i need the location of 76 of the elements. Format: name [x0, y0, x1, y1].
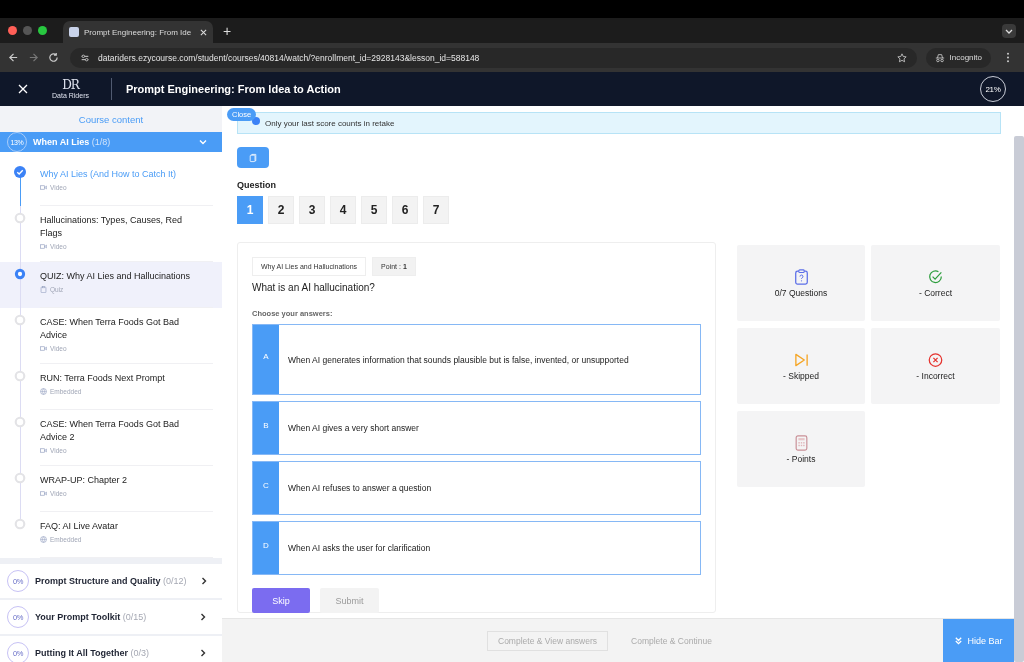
stat-label: 0/7 Questions — [774, 287, 828, 298]
browser-tab[interactable]: Prompt Engineering: From Ide — [63, 21, 213, 43]
video-icon — [40, 490, 47, 497]
copy-icon — [249, 152, 257, 163]
lesson-title: Why AI Lies (And How to Catch It) — [40, 168, 178, 181]
reload-icon[interactable] — [48, 52, 59, 63]
clipboard-question-icon — [793, 268, 809, 285]
clipboard-icon — [40, 286, 47, 293]
stat-label: - Points — [786, 453, 816, 464]
section-title: Putting It All Together (0/3) — [35, 648, 149, 658]
new-tab-button[interactable]: + — [223, 22, 232, 39]
lesson-title: Hallucinations: Types, Causes, Red Flags — [40, 214, 183, 240]
option-letter: A — [253, 325, 279, 394]
progress-ring: 21% — [980, 76, 1006, 102]
video-icon — [40, 447, 47, 454]
question-number-button[interactable]: 6 — [392, 196, 418, 224]
stat-label: - Correct — [918, 287, 953, 298]
video-icon — [40, 184, 47, 191]
option-text: When AI refuses to answer a question — [287, 482, 433, 495]
bookmark-star-icon[interactable] — [896, 52, 907, 63]
incognito-icon — [934, 52, 945, 63]
answer-option[interactable]: C When AI refuses to answer a question — [252, 461, 701, 515]
forward-icon[interactable] — [28, 52, 39, 63]
skip-button[interactable]: Skip — [252, 588, 310, 613]
globe-icon — [40, 388, 47, 395]
option-text: When AI generates information that sounds plausible but is false, invented, or unsupported — [287, 353, 630, 367]
question-number-button[interactable]: 4 — [330, 196, 356, 224]
chevron-right-icon — [198, 612, 208, 622]
check-circle-icon — [928, 268, 943, 285]
option-text: When AI asks the user for clarification — [287, 542, 432, 555]
chevron-down-icon — [198, 137, 208, 147]
course-title: Prompt Engineering: From Idea to Action — [125, 83, 341, 95]
globe-icon — [40, 536, 47, 543]
incognito-badge[interactable]: Incognito — [925, 47, 991, 68]
stat-label: - Skipped — [783, 370, 819, 381]
lesson-title: QUIZ: Why AI Lies and Hallucinations — [40, 270, 192, 283]
stat-label: - Incorrect — [916, 370, 955, 381]
chevron-down-icon[interactable] — [1002, 23, 1016, 38]
question-number-button[interactable]: 2 — [268, 196, 294, 224]
close-window-icon[interactable] — [8, 26, 17, 35]
skip-icon — [793, 351, 809, 368]
calculator-icon — [793, 434, 809, 451]
lesson-title: WRAP-UP: Chapter 2 — [40, 474, 129, 487]
lesson-title: RUN: Terra Foods Next Prompt — [40, 372, 166, 385]
address-bar[interactable]: datariders.ezycourse.com/student/courses/40814/watch/?enrollment_id=2928143&lesson_id=588148 — [70, 47, 917, 68]
close-icon[interactable] — [200, 28, 207, 36]
lesson-title: FAQ: AI Live Avatar — [40, 520, 119, 533]
option-letter: D — [253, 522, 279, 574]
section-title: When AI Lies (1/8) — [33, 137, 111, 147]
chevron-right-icon — [198, 648, 208, 658]
site-icon — [69, 27, 79, 37]
answer-option[interactable]: D When AI asks the user for clarification — [252, 521, 701, 575]
section-title: Prompt Structure and Quality (0/12) — [35, 576, 187, 586]
question-number-button[interactable]: 5 — [361, 196, 387, 224]
section-title: Your Prompt Toolkit (0/15) — [35, 612, 147, 622]
video-icon — [40, 243, 47, 250]
notice-text: Only your last score counts in retake — [265, 118, 395, 128]
sidebar-heading: Course content — [0, 106, 222, 132]
option-letter: B — [253, 402, 279, 454]
question-text: What is an AI hallucination? — [252, 282, 376, 293]
double-chevron-down-icon — [954, 636, 964, 645]
video-icon — [40, 345, 47, 352]
question-label: Question — [237, 180, 277, 190]
answer-option[interactable]: B When AI gives a very short answer — [252, 401, 701, 455]
question-number-button[interactable]: 7 — [423, 196, 449, 224]
answer-option[interactable]: A When AI generates information that sounds plausible but is false, invented, or unsupported — [252, 324, 701, 395]
maximize-window-icon[interactable] — [38, 26, 47, 35]
option-letter: C — [253, 462, 279, 514]
lesson-title: CASE: When Terra Foods Got Bad Advice 2 — [40, 418, 180, 444]
option-text: When AI gives a very short answer — [287, 422, 420, 435]
question-number-button[interactable]: 3 — [299, 196, 325, 224]
more-icon[interactable] — [1006, 52, 1010, 63]
site-settings-icon[interactable] — [80, 52, 90, 63]
lesson-title: CASE: When Terra Foods Got Bad Advice — [40, 316, 180, 342]
back-icon[interactable] — [8, 52, 19, 63]
x-circle-icon — [928, 351, 943, 368]
